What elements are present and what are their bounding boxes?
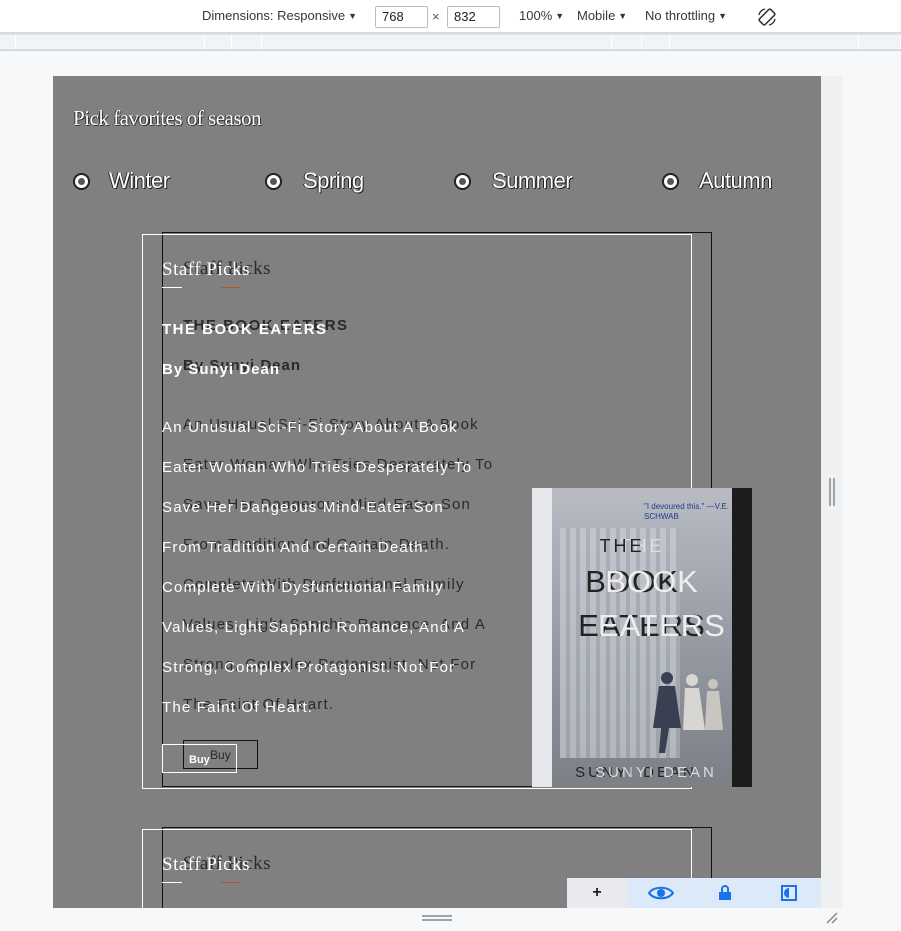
throttling-label: No throttling — [645, 8, 716, 23]
overlay-controls: + — [567, 878, 821, 908]
radio-button[interactable] — [265, 173, 282, 190]
cover-eaters-light: EATERS — [598, 608, 726, 643]
title-underline — [221, 882, 241, 883]
throttling-dropdown[interactable]: No throttling ▼ — [645, 8, 727, 23]
resize-corner-icon[interactable] — [826, 912, 838, 924]
title-underline — [221, 287, 241, 288]
description-line: From Tradition And Certain Death. — [162, 539, 430, 556]
description-line: Complete With Dysfunctional Family — [162, 579, 444, 596]
radio-button[interactable] — [454, 173, 471, 190]
eye-icon[interactable] — [631, 878, 691, 908]
description: An Unusual Sci-Fi Story About A Book Eat… — [162, 408, 512, 728]
author: By Sunyi Dean — [162, 361, 281, 378]
resize-handle-bottom[interactable] — [422, 915, 452, 921]
title-underline — [162, 287, 182, 288]
season-label: Winter — [109, 168, 170, 193]
description-line: Strong, Complex Protagonist. Not For — [162, 659, 456, 676]
dropdown-arrow-icon: ▼ — [618, 11, 628, 21]
zoom-label: 100% — [519, 8, 553, 23]
cover-book-light: BOOK — [605, 564, 699, 599]
description-line: Eater Woman Who Tries Desperately To — [162, 459, 473, 476]
dropdown-arrow-icon: ▼ — [718, 11, 728, 21]
lock-icon[interactable] — [695, 878, 755, 908]
device-type-label: Mobile — [577, 8, 616, 23]
dropdown-arrow-icon: ▼ — [348, 11, 357, 21]
radio-button[interactable] — [73, 173, 90, 190]
device-viewport: Pick favorites of season Winter Spring S… — [53, 76, 821, 908]
height-input[interactable]: 832 — [447, 6, 500, 28]
add-button[interactable]: + — [567, 878, 627, 908]
page-heading: Pick favorites of season — [73, 106, 262, 130]
contrast-icon[interactable] — [759, 878, 819, 908]
cover-author-light: SUNYI DEAN — [595, 764, 717, 781]
season-label: Autumn — [699, 168, 772, 193]
cover-blurb: "I devoured this." —V.E. SCHWAB — [644, 502, 729, 521]
resize-handle-right[interactable] — [829, 478, 835, 506]
width-input[interactable]: 768 — [375, 6, 428, 28]
dropdown-arrow-icon: ▼ — [555, 11, 565, 21]
season-label: Spring — [303, 168, 364, 193]
description-line: The Faint Of Heart. — [162, 699, 314, 716]
dimensions-label: Dimensions: Responsive — [202, 8, 346, 23]
section-title: Staff Picks — [162, 259, 251, 280]
description-line: Values, Light Sapphic Romance, And A — [162, 619, 466, 636]
device-toolbar: Dimensions: Responsive ▼ 768 × 832 100% ▼ … — [0, 0, 901, 33]
cover-the-dark: THE — [599, 536, 645, 556]
times-sign: × — [432, 9, 440, 24]
media-query-ruler[interactable] — [0, 33, 901, 51]
rotate-icon[interactable] — [756, 6, 778, 28]
radio-button[interactable] — [662, 173, 679, 190]
title-underline — [162, 882, 182, 883]
silhouettes-illustration — [653, 672, 723, 753]
device-type-dropdown[interactable]: Mobile ▼ — [577, 8, 627, 23]
description-line: Save Her Dangeous Mind-Eater Son — [162, 499, 444, 516]
zoom-dropdown[interactable]: 100% ▼ — [519, 8, 564, 23]
dimensions-dropdown[interactable]: Dimensions: Responsive ▼ — [202, 8, 357, 23]
buy-button[interactable]: Buy — [162, 744, 237, 773]
description-line: An Unusual Sci-Fi Story About A Book — [162, 419, 458, 436]
season-label: Summer — [492, 168, 573, 193]
section-title-2: Staff Picks — [162, 854, 251, 875]
book-title: THE BOOK EATERS — [162, 321, 328, 338]
book-cover-image: "I devoured this." —V.E. SCHWAB THE THE … — [552, 488, 752, 787]
